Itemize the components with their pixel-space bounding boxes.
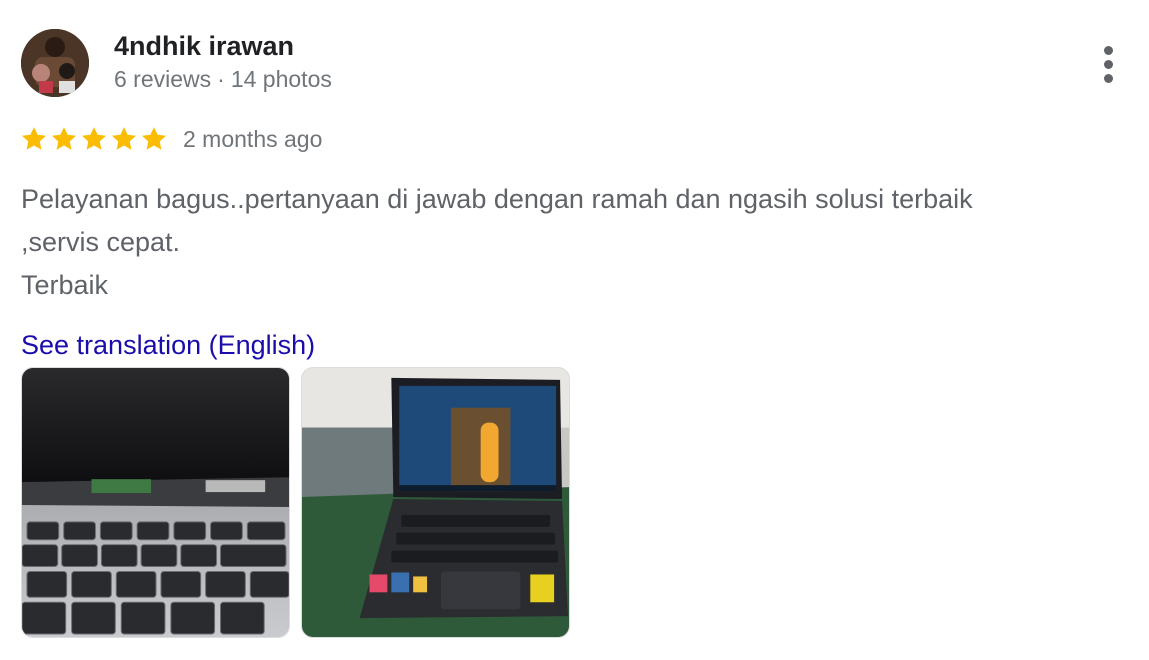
author-name[interactable]: 4ndhik irawan — [114, 29, 294, 63]
star-icon — [51, 127, 77, 150]
review-text-line: ,servis cepat. — [21, 227, 181, 257]
review-date: 2 months ago — [183, 126, 323, 152]
star-icon — [21, 127, 47, 150]
avatar-photo — [21, 29, 89, 97]
review-text-line: Terbaik — [21, 270, 109, 300]
avatar[interactable] — [21, 29, 89, 97]
author-stats: 6 reviews · 14 photos — [114, 64, 332, 94]
laptop-workbench-image — [302, 368, 569, 637]
rating-row: 2 months ago — [20, 122, 322, 156]
star-icon — [81, 127, 107, 150]
review-count: 6 reviews — [114, 66, 212, 92]
laptop-keyboard-image — [22, 368, 289, 637]
star-icon — [111, 127, 137, 150]
meta-separator: · — [217, 66, 225, 92]
more-vert-icon-dot — [1103, 73, 1113, 83]
review-photo[interactable] — [301, 367, 570, 638]
review-text-line: Pelayanan bagus..pertanyaan di jawab den… — [21, 184, 973, 214]
star-icon — [141, 127, 167, 150]
see-translation-link[interactable]: See translation (English) — [21, 327, 315, 363]
review-photo[interactable] — [21, 367, 290, 638]
review-text: Pelayanan bagus..pertanyaan di jawab den… — [21, 178, 1121, 307]
review-card: 4ndhik irawan 6 reviews · 14 photos 2 mont… — [0, 0, 1149, 660]
photo-count: 14 photos — [230, 66, 332, 92]
more-vert-icon — [1103, 45, 1113, 55]
star-rating — [20, 125, 168, 153]
more-options-button[interactable] — [1088, 40, 1128, 88]
more-vert-icon-dot — [1103, 59, 1113, 69]
